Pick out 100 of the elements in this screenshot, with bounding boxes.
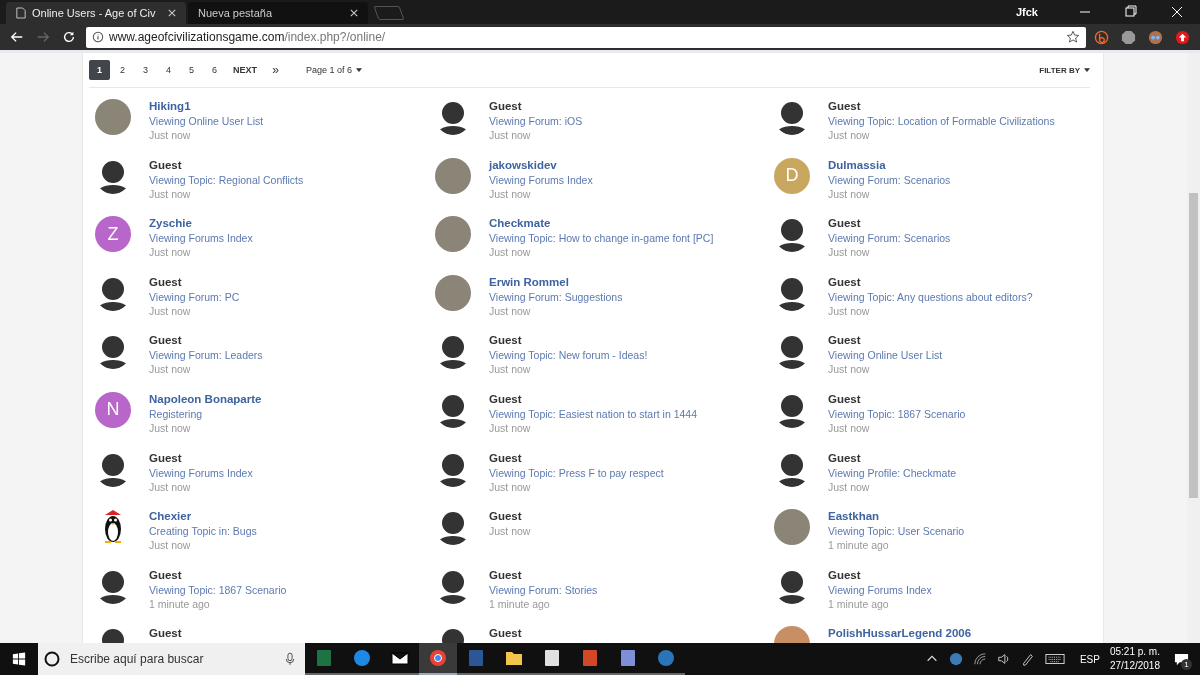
address-bar[interactable]: www.ageofcivilizationsgame.com/index.php?/online/ (86, 26, 1086, 48)
user-name[interactable]: Guest (489, 391, 697, 407)
user-name[interactable]: Guest (489, 509, 531, 525)
activity-link[interactable]: Registering (149, 406, 262, 421)
scrollbar[interactable] (1187, 53, 1200, 643)
photo-placeholder[interactable] (95, 99, 131, 135)
user-name[interactable]: Guest (149, 333, 263, 349)
caret-icon[interactable] (1084, 68, 1090, 72)
avatar-letter[interactable]: Z (95, 216, 131, 253)
notification-button[interactable]: 1 (1168, 643, 1194, 675)
user-name[interactable]: jakowskidev (489, 157, 593, 173)
user-name[interactable]: Guest (489, 450, 664, 466)
activity-link[interactable]: Viewing Topic: Location of Formable Civilizations (828, 114, 1055, 128)
activity-link[interactable]: Viewing Forums Index (149, 231, 253, 246)
user-name[interactable]: Guest (489, 99, 583, 114)
photo-placeholder[interactable] (435, 274, 471, 311)
language-indicator[interactable]: ESP (1079, 653, 1100, 665)
activity-link[interactable]: Viewing Topic: 1867 Scenario (828, 406, 966, 421)
photo-placeholder[interactable] (435, 216, 471, 253)
filter-dropdown[interactable]: FILTER BY (1039, 65, 1080, 75)
user-name[interactable]: Zyschie (149, 216, 253, 232)
extension-icon[interactable] (1094, 29, 1109, 45)
user-name[interactable]: Guest (149, 567, 287, 583)
windows-start-icon[interactable] (12, 652, 26, 666)
browser-tab[interactable]: Nueva pestaña (188, 2, 368, 24)
page-link[interactable]: 6 (204, 60, 225, 80)
user-name[interactable]: Guest (149, 450, 253, 466)
activity-link[interactable]: Viewing Topic: 1867 Scenario (149, 582, 287, 597)
page-dropdown[interactable]: Page 1 of 6 (306, 65, 353, 75)
pen-icon[interactable] (1020, 652, 1035, 666)
activity-link[interactable]: Viewing Forum: Scenarios (828, 172, 951, 187)
avatar-letter[interactable]: N (95, 391, 131, 428)
activity-link[interactable]: Viewing Forum: Suggestions (489, 289, 623, 304)
activity-link[interactable]: Viewing Online User List (149, 114, 264, 128)
browser-tab[interactable]: Online Users - Age of Civ (6, 2, 186, 24)
info-icon[interactable] (92, 31, 104, 43)
photo-placeholder[interactable] (435, 157, 471, 194)
activity-link[interactable]: Viewing Forums Index (149, 465, 253, 480)
user-name[interactable]: Guest (489, 567, 598, 583)
activity-link[interactable]: Viewing Online User List (828, 348, 943, 363)
page-link[interactable]: 5 (181, 60, 202, 80)
user-name[interactable]: Guest (828, 274, 1033, 290)
profile-name[interactable]: Jfck (1015, 6, 1038, 18)
activity-link[interactable]: Viewing Topic: How to change in-game font [PC] (489, 231, 714, 246)
activity-link[interactable]: Viewing Topic: Press F to pay respect (489, 465, 664, 480)
search-field[interactable]: Escribe aquí para buscar (38, 643, 305, 675)
caret-icon[interactable] (356, 68, 363, 72)
page-link[interactable]: 2 (112, 60, 133, 80)
user-name[interactable]: Guest (149, 157, 304, 173)
user-name[interactable]: Guest (828, 567, 932, 583)
user-name[interactable]: Guest (489, 333, 648, 349)
activity-link[interactable]: Viewing Forum: PC (149, 289, 240, 304)
next-link[interactable]: NEXT (233, 60, 257, 80)
user-name[interactable]: Chexier (149, 509, 257, 525)
keyboard-icon[interactable] (1044, 652, 1065, 666)
microphone-icon[interactable] (285, 652, 295, 666)
user-name[interactable]: Erwin Rommel (489, 274, 623, 290)
user-name[interactable]: Guest (828, 99, 1055, 114)
user-name[interactable]: Guest (149, 626, 182, 642)
wifi-icon[interactable] (972, 652, 987, 666)
clock[interactable]: 05:21 p. m. 27/12/2018 (1109, 645, 1160, 673)
user-name[interactable]: Eastkhan (828, 509, 965, 525)
activity-link[interactable]: Viewing Profile: Checkmate (828, 465, 957, 480)
activity-link[interactable]: Viewing Forums Index (489, 172, 593, 187)
extension-icon[interactable] (1148, 29, 1163, 45)
close-icon[interactable] (168, 9, 176, 17)
upload-icon[interactable] (1175, 29, 1190, 45)
speaker-icon[interactable] (996, 652, 1011, 666)
page-link[interactable]: 4 (158, 60, 179, 80)
activity-link[interactable]: Viewing Topic: User Scenario (828, 524, 965, 539)
activity-link[interactable]: Creating Topic in: Bugs (149, 524, 257, 539)
last-page-link[interactable]: » (265, 60, 286, 80)
user-name[interactable]: Guest (489, 626, 522, 642)
activity-link[interactable]: Viewing Topic: Regional Conflicts (149, 172, 304, 187)
activity-link[interactable]: Viewing Forum: iOS (489, 114, 583, 128)
user-name[interactable]: Guest (828, 216, 951, 232)
user-name[interactable]: Guest (828, 333, 943, 349)
star-icon[interactable] (1066, 30, 1080, 44)
activity-link[interactable]: Viewing Forums Index (828, 582, 932, 597)
user-name[interactable]: PolishHussarLegend 2006 (828, 626, 972, 642)
user-name[interactable]: Napoleon Bonaparte (149, 391, 262, 407)
scrollbar-thumb[interactable] (1189, 193, 1198, 498)
close-icon[interactable] (350, 9, 358, 17)
activity-link[interactable]: Viewing Forum: Stories (489, 582, 598, 597)
activity-link[interactable]: Viewing Topic: New forum - Ideas! (489, 348, 648, 363)
user-name[interactable]: Guest (828, 450, 957, 466)
user-name[interactable]: Guest (828, 391, 966, 407)
user-name[interactable]: Guest (149, 274, 240, 290)
page-link[interactable]: 1 (89, 60, 110, 80)
user-name[interactable]: Checkmate (489, 216, 714, 232)
activity-link[interactable]: Viewing Forum: Scenarios (828, 231, 951, 246)
back-icon[interactable] (10, 30, 24, 44)
page-link[interactable]: 3 (135, 60, 156, 80)
photo-placeholder[interactable] (774, 509, 810, 546)
reload-icon[interactable] (62, 30, 76, 44)
activity-link[interactable]: Viewing Topic: Any questions about editors? (828, 289, 1033, 304)
user-name[interactable]: Hiking1 (149, 99, 264, 114)
activity-link[interactable]: Viewing Topic: Easiest nation to start in 1444 (489, 406, 697, 421)
activity-link[interactable]: Viewing Forum: Leaders (149, 348, 263, 363)
user-name[interactable]: Dulmassia (828, 157, 951, 173)
